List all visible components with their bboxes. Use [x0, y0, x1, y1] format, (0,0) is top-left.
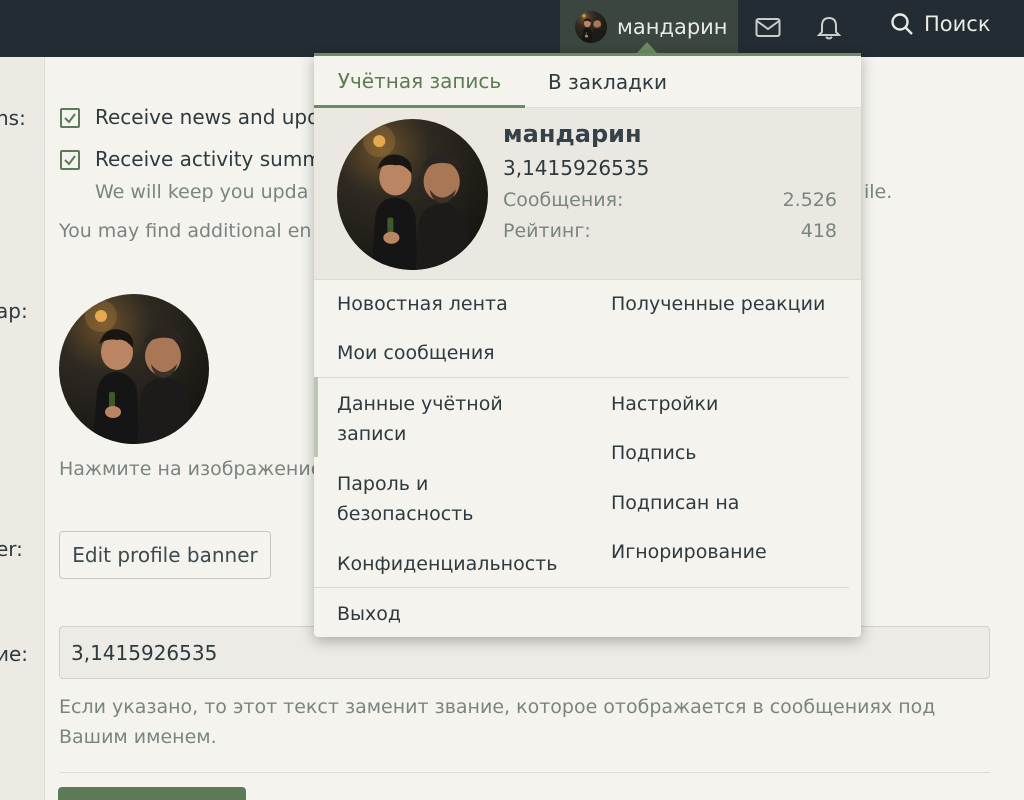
menu-link-my-posts[interactable]: Мои сообщения [337, 338, 495, 368]
avatar[interactable] [337, 119, 488, 270]
menu-link-ignoring[interactable]: Игнорирование [611, 537, 767, 567]
banner-label: er: [0, 537, 23, 561]
custom-title-hint: Если указано, то этот текст заменит зван… [59, 696, 936, 748]
menu-link-logout[interactable]: Выход [337, 599, 401, 629]
avatar-label: ap: [0, 299, 28, 323]
top-nav: мандарин Поиск [0, 0, 1024, 57]
activity-hint: We will keep you upda [95, 181, 309, 203]
activity-checkbox-label: Receive activity summ [95, 147, 322, 171]
news-checkbox-label: Receive news and upd [95, 105, 320, 129]
rating-value: 418 [800, 220, 837, 242]
avatar-hint: Нажмите на изображение [59, 458, 323, 480]
tab-account[interactable]: Учётная запись [314, 56, 525, 108]
options-label: ns: [0, 106, 26, 130]
menu-divider [314, 587, 849, 588]
additional-email-text: You may find additional en [59, 220, 312, 242]
account-dropdown: Учётная запись В закладки мандарин 3,141… [314, 53, 861, 637]
search-button[interactable]: Поиск [890, 12, 991, 36]
active-indicator [314, 377, 318, 457]
profile-name[interactable]: мандарин [503, 120, 642, 148]
menu-divider [314, 377, 849, 378]
search-icon [891, 13, 913, 35]
menu-link-news-feed[interactable]: Новостная лента [337, 289, 508, 319]
profile-avatar-large[interactable] [59, 294, 209, 444]
profile-user-title: 3,1415926535 [503, 156, 650, 180]
menu-tabs: Учётная запись В закладки [314, 56, 861, 108]
custom-title-label: ие: [0, 642, 29, 666]
search-label: Поиск [924, 12, 991, 36]
menu-link-privacy[interactable]: Конфиденциальность [337, 549, 557, 579]
menu-link-following[interactable]: Подписан на [611, 488, 739, 518]
menu-pointer [637, 42, 657, 53]
tab-bookmarks[interactable]: В закладки [525, 56, 690, 108]
messages-count: 2.526 [782, 189, 837, 211]
save-button[interactable] [58, 787, 246, 800]
news-checkbox[interactable] [60, 108, 80, 128]
nav-username: мандарин [617, 15, 728, 39]
envelope-icon[interactable] [754, 14, 782, 42]
menu-link-signature[interactable]: Подпись [611, 438, 696, 468]
menu-link-reactions[interactable]: Полученные реакции [611, 289, 825, 319]
activity-checkbox[interactable] [60, 150, 80, 170]
avatar [575, 11, 607, 43]
messages-label: Сообщения: [503, 189, 624, 211]
rating-label: Рейтинг: [503, 220, 591, 242]
bell-icon[interactable] [815, 14, 843, 42]
menu-link-account-details[interactable]: Данные учётной записи [337, 389, 537, 449]
activity-hint-tail: ile. [864, 181, 893, 203]
edit-banner-button[interactable]: Edit profile banner [59, 531, 271, 579]
menu-link-password-security[interactable]: Пароль и безопасность [337, 469, 537, 529]
profile-summary: мандарин 3,1415926535 Сообщения: 2.526 Р… [314, 108, 861, 280]
divider [59, 772, 990, 773]
menu-link-preferences[interactable]: Настройки [611, 389, 718, 419]
